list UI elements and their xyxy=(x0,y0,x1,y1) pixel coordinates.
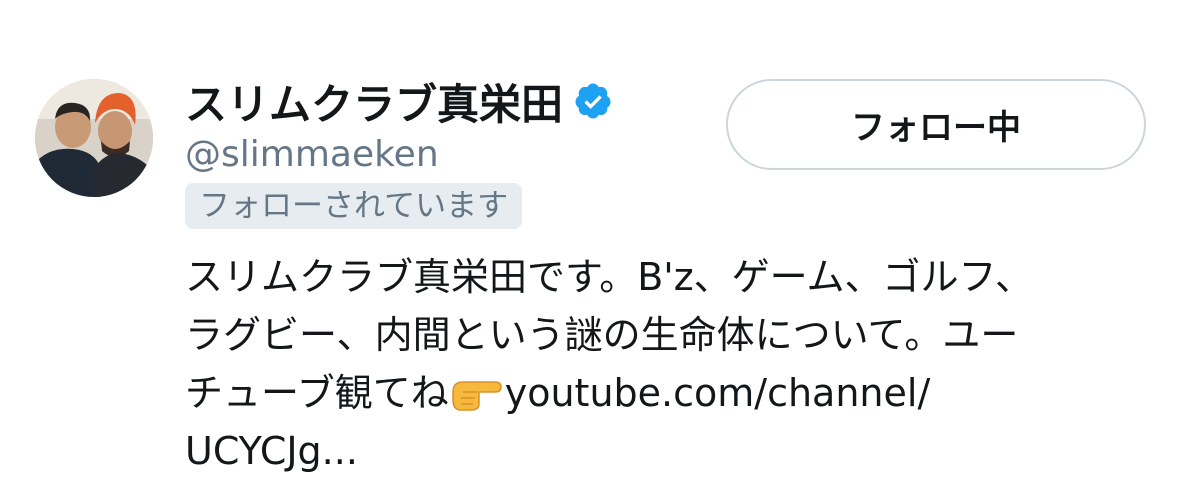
bio-line-3-text: チューブ観てね xyxy=(185,371,449,415)
bio-line-3: チューブ観てね youtube.com/channel/ xyxy=(185,364,1145,422)
avatar-photo xyxy=(35,79,153,197)
bio-line-4: UCYCJg... xyxy=(185,422,1145,480)
follows-you-badge: フォローされています xyxy=(185,183,523,229)
profile-card: スリムクラブ真栄田 @slimmaeken フォローされています フォロー中 ス… xyxy=(0,0,1179,498)
verified-badge-icon xyxy=(573,81,613,121)
youtube-channel-link-continued[interactable]: UCYCJg... xyxy=(185,429,358,473)
name-row: スリムクラブ真栄田 xyxy=(185,74,613,129)
bio-line-1: スリムクラブ真栄田です。B'z、ゲーム、ゴルフ、 xyxy=(185,255,1034,299)
following-button[interactable]: フォロー中 xyxy=(726,79,1146,170)
avatar[interactable] xyxy=(35,79,153,197)
display-name[interactable]: スリムクラブ真栄田 xyxy=(185,71,563,132)
pointing-right-emoji-icon xyxy=(449,370,505,414)
bio-line-2: ラグビー、内間という謎の生命体について。ユー xyxy=(185,313,1019,357)
youtube-channel-link[interactable]: youtube.com/channel/ xyxy=(505,371,931,415)
profile-bio: スリムクラブ真栄田です。B'z、ゲーム、ゴルフ、 ラグビー、内間という謎の生命体… xyxy=(185,248,1145,480)
user-handle: @slimmaeken xyxy=(185,134,439,175)
